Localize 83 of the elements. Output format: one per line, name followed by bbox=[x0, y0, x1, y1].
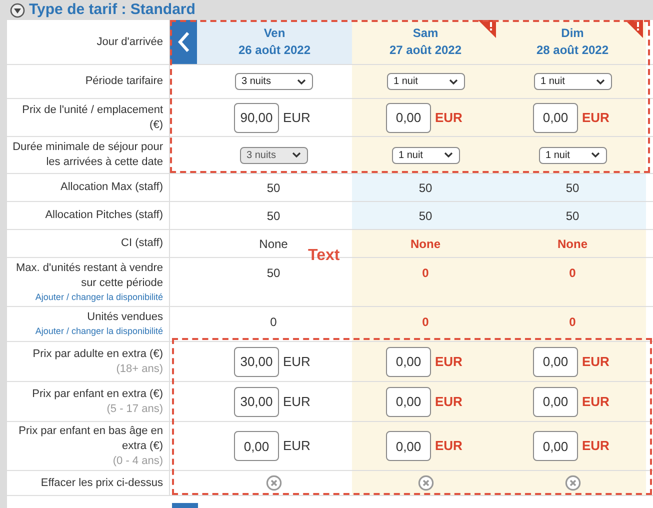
value-text: 50 bbox=[566, 180, 580, 196]
price-field[interactable]: 0,00 bbox=[386, 386, 431, 416]
section-title: Type de tarif : Standard bbox=[29, 0, 196, 20]
chevron-icon bbox=[292, 152, 300, 158]
date: 28 août 2022 bbox=[536, 42, 609, 59]
chevron-icon bbox=[296, 78, 306, 84]
weekday: Ven bbox=[264, 25, 286, 42]
value-text: 50 bbox=[266, 208, 280, 224]
currency-label: EUR bbox=[435, 108, 464, 127]
annotation-text: Text bbox=[308, 246, 340, 266]
currency-label: EUR bbox=[283, 352, 312, 371]
section-header[interactable]: Type de tarif : Standard bbox=[0, 0, 653, 20]
price-field[interactable]: 0,00 bbox=[386, 102, 431, 132]
age-range: (5 - 17 ans) bbox=[106, 402, 163, 416]
row-label: Durée minimale de séjour pour les arrivées à cette date bbox=[12, 140, 163, 170]
collapse-icon[interactable] bbox=[10, 2, 25, 18]
price-field[interactable]: 0,00 bbox=[533, 386, 578, 416]
price-field[interactable]: 30,00 bbox=[234, 346, 279, 376]
price-field[interactable]: 0,00 bbox=[386, 431, 431, 461]
period-select[interactable]: 1 nuit bbox=[386, 73, 464, 90]
row-label: Allocation Pitches (staff) bbox=[45, 208, 163, 223]
currency-label: EUR bbox=[582, 437, 610, 456]
currency-label: EUR bbox=[582, 352, 610, 371]
value-text: 50 bbox=[266, 265, 280, 282]
clear-icon[interactable] bbox=[418, 475, 434, 491]
value-text: None bbox=[259, 236, 288, 252]
period-select[interactable]: 3 nuits bbox=[234, 73, 312, 90]
row-label: Prix par adulte en extra (€) bbox=[32, 347, 163, 362]
chevron-icon bbox=[590, 152, 600, 158]
currency-label: EUR bbox=[283, 392, 312, 411]
row-label: Allocation Max (staff) bbox=[60, 180, 163, 195]
currency-label: EUR bbox=[283, 108, 312, 127]
value-text: 50 bbox=[418, 208, 432, 224]
weekday: Dim bbox=[561, 25, 584, 42]
price-field[interactable]: 0,00 bbox=[386, 346, 431, 376]
currency-label: EUR bbox=[435, 352, 464, 371]
row-label: Prix par enfant en bas âge en extra (€) bbox=[18, 424, 163, 454]
currency-label: EUR bbox=[435, 392, 464, 411]
row-label: Max. d'unités restant à vendre sur cette période bbox=[14, 260, 163, 290]
price-field[interactable]: 30,00 bbox=[234, 386, 279, 416]
row-label: Prix par enfant en extra (€) bbox=[32, 387, 163, 402]
price-field[interactable]: 0,00 bbox=[533, 346, 578, 376]
clear-icon[interactable] bbox=[266, 475, 282, 491]
chevron-left-icon bbox=[178, 31, 190, 53]
price-field[interactable]: 0,00 bbox=[533, 431, 578, 461]
chevron-icon bbox=[448, 78, 458, 84]
period-select[interactable]: 1 nuit bbox=[538, 146, 606, 164]
previous-button[interactable] bbox=[170, 20, 197, 64]
currency-label: EUR bbox=[283, 437, 312, 456]
row-label: CI (staff) bbox=[121, 236, 163, 251]
availability-link[interactable]: Ajouter / changer la disponibilité bbox=[35, 290, 163, 304]
value-text: 0 bbox=[422, 265, 429, 282]
weekday: Sam bbox=[412, 25, 438, 42]
availability-link[interactable]: Ajouter / changer la disponibilité bbox=[35, 325, 163, 338]
chevron-icon bbox=[444, 152, 452, 158]
period-select[interactable]: 1 nuit bbox=[534, 73, 612, 90]
clear-icon[interactable] bbox=[564, 475, 580, 491]
age-range: (18+ ans) bbox=[116, 362, 163, 376]
row-label: Période tarifaire bbox=[85, 74, 163, 89]
price-field[interactable]: 90,00 bbox=[234, 102, 279, 132]
currency-label: EUR bbox=[435, 437, 464, 456]
row-label: Effacer les prix ci-dessus bbox=[40, 476, 163, 490]
period-select[interactable]: 1 nuit bbox=[392, 146, 460, 164]
currency-label: EUR bbox=[582, 108, 610, 127]
value-text: 50 bbox=[566, 208, 580, 224]
row-label: Prix de l'unité / emplacement (€) bbox=[21, 102, 163, 132]
value-text: 0 bbox=[270, 314, 277, 331]
row-label: Jour d'arrivée bbox=[96, 34, 163, 50]
price-field[interactable]: 0,00 bbox=[533, 102, 578, 132]
value-text: 50 bbox=[266, 180, 280, 196]
value-text: 0 bbox=[422, 314, 429, 331]
chevron-icon bbox=[596, 78, 604, 84]
age-range: (0 - 4 ans) bbox=[112, 454, 163, 468]
currency-label: EUR bbox=[582, 392, 610, 411]
value-text: 0 bbox=[569, 314, 576, 331]
value-text: None bbox=[558, 236, 588, 252]
price-field[interactable]: 0,00 bbox=[234, 431, 279, 461]
value-text: 0 bbox=[569, 265, 576, 282]
date: 27 août 2022 bbox=[389, 42, 462, 59]
value-text: 50 bbox=[418, 180, 432, 196]
value-text: None bbox=[410, 236, 440, 252]
row-label: Unités vendues bbox=[87, 310, 163, 325]
date: 26 août 2022 bbox=[238, 42, 311, 59]
